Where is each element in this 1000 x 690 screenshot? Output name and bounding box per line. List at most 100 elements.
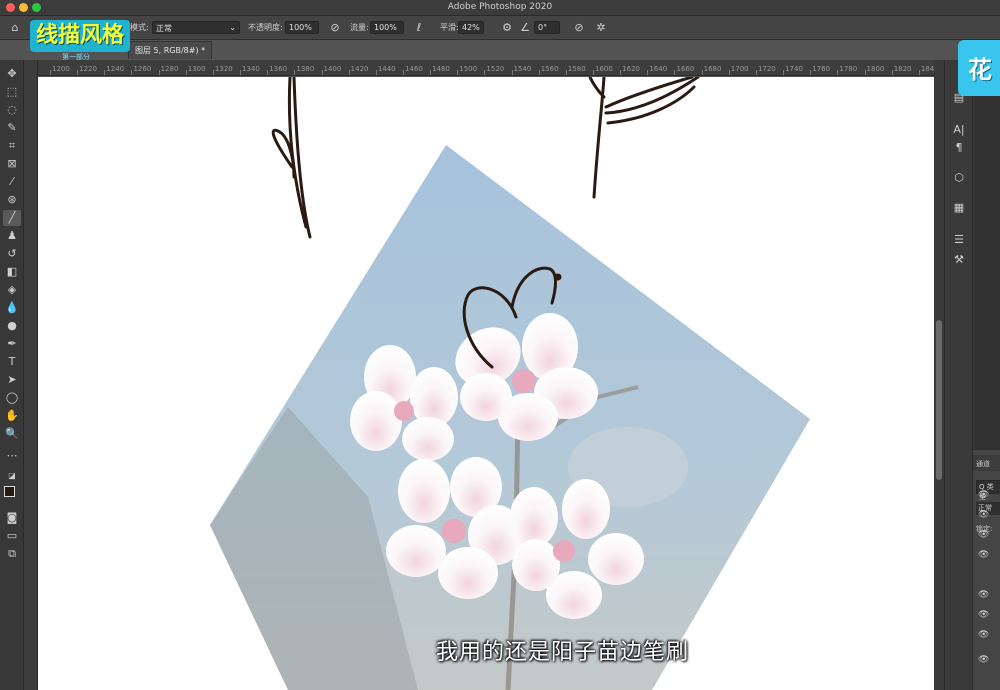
ruler-tick-mark bbox=[484, 70, 486, 75]
zoom-tool-icon[interactable]: 🔍 bbox=[3, 426, 21, 442]
angle-field[interactable]: 0° bbox=[534, 21, 560, 34]
ruler-tick-mark bbox=[50, 70, 51, 75]
hand-tool-icon[interactable]: ✋ bbox=[3, 408, 21, 424]
dodge-tool-icon[interactable]: ● bbox=[3, 318, 21, 334]
ruler-tick-mark bbox=[212, 70, 214, 75]
ruler-tick-label: 1540 bbox=[513, 65, 532, 73]
move-tool-icon[interactable]: ✥ bbox=[3, 66, 21, 82]
left-ruler bbox=[24, 60, 38, 690]
scrollbar-thumb[interactable] bbox=[936, 320, 942, 480]
foreground-color-swatch[interactable] bbox=[4, 486, 15, 497]
airbrush-icon[interactable]: ℓ bbox=[412, 21, 426, 35]
layers-panel-tab[interactable]: 通道 bbox=[973, 455, 1000, 471]
layer-visibility-eye-icon[interactable]: 👁 bbox=[978, 490, 989, 500]
quick-select-tool-icon[interactable]: ✎ bbox=[3, 120, 21, 136]
ruler-tick-mark bbox=[402, 70, 404, 75]
tool-presets-icon[interactable]: ⚒ bbox=[950, 252, 968, 268]
ruler-tick-mark bbox=[457, 70, 459, 75]
mode-value: 正常 bbox=[156, 24, 172, 33]
healing-brush-tool-icon[interactable]: ⊛ bbox=[3, 192, 21, 208]
chevron-down-icon: ⌄ bbox=[229, 23, 236, 32]
gear-icon[interactable]: ⚙ bbox=[500, 21, 514, 35]
layer-visibility-eye-icon[interactable]: 👁 bbox=[978, 655, 989, 665]
ruler-tick-label: 1320 bbox=[214, 65, 233, 73]
flow-value: 100% bbox=[374, 23, 397, 32]
eraser-tool-icon[interactable]: ◧ bbox=[3, 264, 21, 280]
brush-tool-icon[interactable]: ╱ bbox=[3, 210, 21, 226]
artwork bbox=[210, 77, 810, 690]
ruler-tick-mark bbox=[918, 70, 920, 75]
document-canvas[interactable] bbox=[38, 77, 934, 690]
layer-visibility-eye-icon[interactable]: 👁 bbox=[978, 550, 989, 560]
ruler-tick-label: 1360 bbox=[269, 65, 288, 73]
pen-tool-icon[interactable]: ✒ bbox=[3, 336, 21, 352]
clone-stamp-tool-icon[interactable]: ♟ bbox=[3, 228, 21, 244]
default-colors-icon[interactable]: ◪ bbox=[3, 468, 21, 484]
ruler-tick-label: 1240 bbox=[106, 65, 125, 73]
layer-visibility-eye-icon[interactable]: 👁 bbox=[978, 510, 989, 520]
panel-dark-area bbox=[973, 90, 1000, 450]
opacity-value: 100% bbox=[289, 23, 312, 32]
flow-label: 流量: bbox=[350, 23, 369, 32]
crop-tool-icon[interactable]: ⌗ bbox=[3, 138, 21, 154]
ruler-tick-mark bbox=[430, 70, 432, 75]
ruler-tick-mark bbox=[593, 70, 595, 75]
layer-visibility-eye-icon[interactable]: 👁 bbox=[978, 630, 989, 640]
document-tab-label: 图层 5, RGB/8#) * bbox=[135, 46, 206, 55]
opacity-field[interactable]: 100% bbox=[285, 21, 319, 34]
smoothing-field[interactable]: 42% bbox=[458, 21, 484, 34]
ruler-tick-label: 1680 bbox=[703, 65, 722, 73]
ruler-tick-label: 1580 bbox=[567, 65, 586, 73]
lasso-tool-icon[interactable]: ◌ bbox=[3, 102, 21, 118]
adjustments-icon[interactable]: ☰ bbox=[950, 232, 968, 248]
document-tab[interactable]: 图层 5, RGB/8#) * bbox=[128, 41, 213, 59]
ruler-tick-mark bbox=[294, 70, 296, 75]
ruler-tick-mark bbox=[538, 70, 540, 75]
layer-visibility-eye-icon[interactable]: 👁 bbox=[978, 610, 989, 620]
3d-icon[interactable]: ⬡ bbox=[950, 170, 968, 186]
ruler-tick-mark bbox=[891, 70, 893, 75]
frame-tool-icon[interactable]: ⊠ bbox=[3, 156, 21, 172]
vertical-scrollbar[interactable] bbox=[934, 60, 944, 690]
ruler-tick-label: 1380 bbox=[296, 65, 315, 73]
shape-tool-icon[interactable]: ◯ bbox=[3, 390, 21, 406]
symmetry-icon[interactable]: ✲ bbox=[594, 21, 608, 35]
paragraph-icon[interactable]: ¶ bbox=[950, 140, 968, 156]
ruler-tick-label: 1460 bbox=[404, 65, 423, 73]
blur-tool-icon[interactable]: 💧 bbox=[3, 300, 21, 316]
pressure-size-icon[interactable]: ⊘ bbox=[572, 21, 586, 35]
ruler-tick-label: 1620 bbox=[622, 65, 640, 73]
paint-bucket-tool-icon[interactable]: ◈ bbox=[3, 282, 21, 298]
home-icon[interactable]: ⌂ bbox=[8, 21, 22, 35]
smoothing-value: 42% bbox=[462, 23, 480, 32]
ruler-tick-mark bbox=[348, 70, 350, 75]
flow-field[interactable]: 100% bbox=[370, 21, 404, 34]
screen-mode-icon[interactable]: ▭ bbox=[3, 528, 21, 544]
ruler-tick-mark bbox=[185, 70, 187, 75]
quick-mask-icon[interactable]: ◙ bbox=[3, 510, 21, 526]
ruler-tick-mark bbox=[77, 70, 79, 75]
type-tool-icon[interactable]: T bbox=[3, 354, 21, 370]
ruler-tick-mark bbox=[240, 70, 242, 75]
pressure-opacity-icon[interactable]: ⊘ bbox=[328, 21, 342, 35]
app-title: Adobe Photoshop 2020 bbox=[447, 2, 553, 12]
character-icon[interactable]: A| bbox=[950, 122, 968, 138]
eyedropper-tool-icon[interactable]: ⁄ bbox=[3, 174, 21, 190]
path-selection-tool-icon[interactable]: ➤ bbox=[3, 372, 21, 388]
ruler-tick-mark bbox=[810, 70, 812, 75]
history-brush-tool-icon[interactable]: ↺ bbox=[3, 246, 21, 262]
ruler-tick-mark bbox=[674, 70, 676, 75]
ruler-tick-mark bbox=[321, 70, 323, 75]
ruler-tick-label: 1260 bbox=[133, 65, 152, 73]
ruler-tick-mark bbox=[375, 70, 377, 75]
ruler-tick-mark bbox=[267, 70, 269, 75]
layer-visibility-eye-icon[interactable]: 👁 bbox=[978, 590, 989, 600]
artboard-icon[interactable]: ⧉ bbox=[3, 546, 21, 562]
ruler-tick-label: 1520 bbox=[486, 65, 505, 73]
brush-settings-icon[interactable]: ▦ bbox=[950, 200, 968, 216]
marquee-tool-icon[interactable]: ⬚ bbox=[3, 84, 21, 100]
more-tools-icon[interactable]: ⋯ bbox=[3, 448, 21, 464]
panel-icon-strip: ▤ A| ¶ ⬡ ▦ ☰ ⚒ bbox=[944, 60, 972, 690]
mode-select[interactable]: 正常 ⌄ bbox=[152, 21, 240, 34]
layer-visibility-eye-icon[interactable]: 👁 bbox=[978, 530, 989, 540]
